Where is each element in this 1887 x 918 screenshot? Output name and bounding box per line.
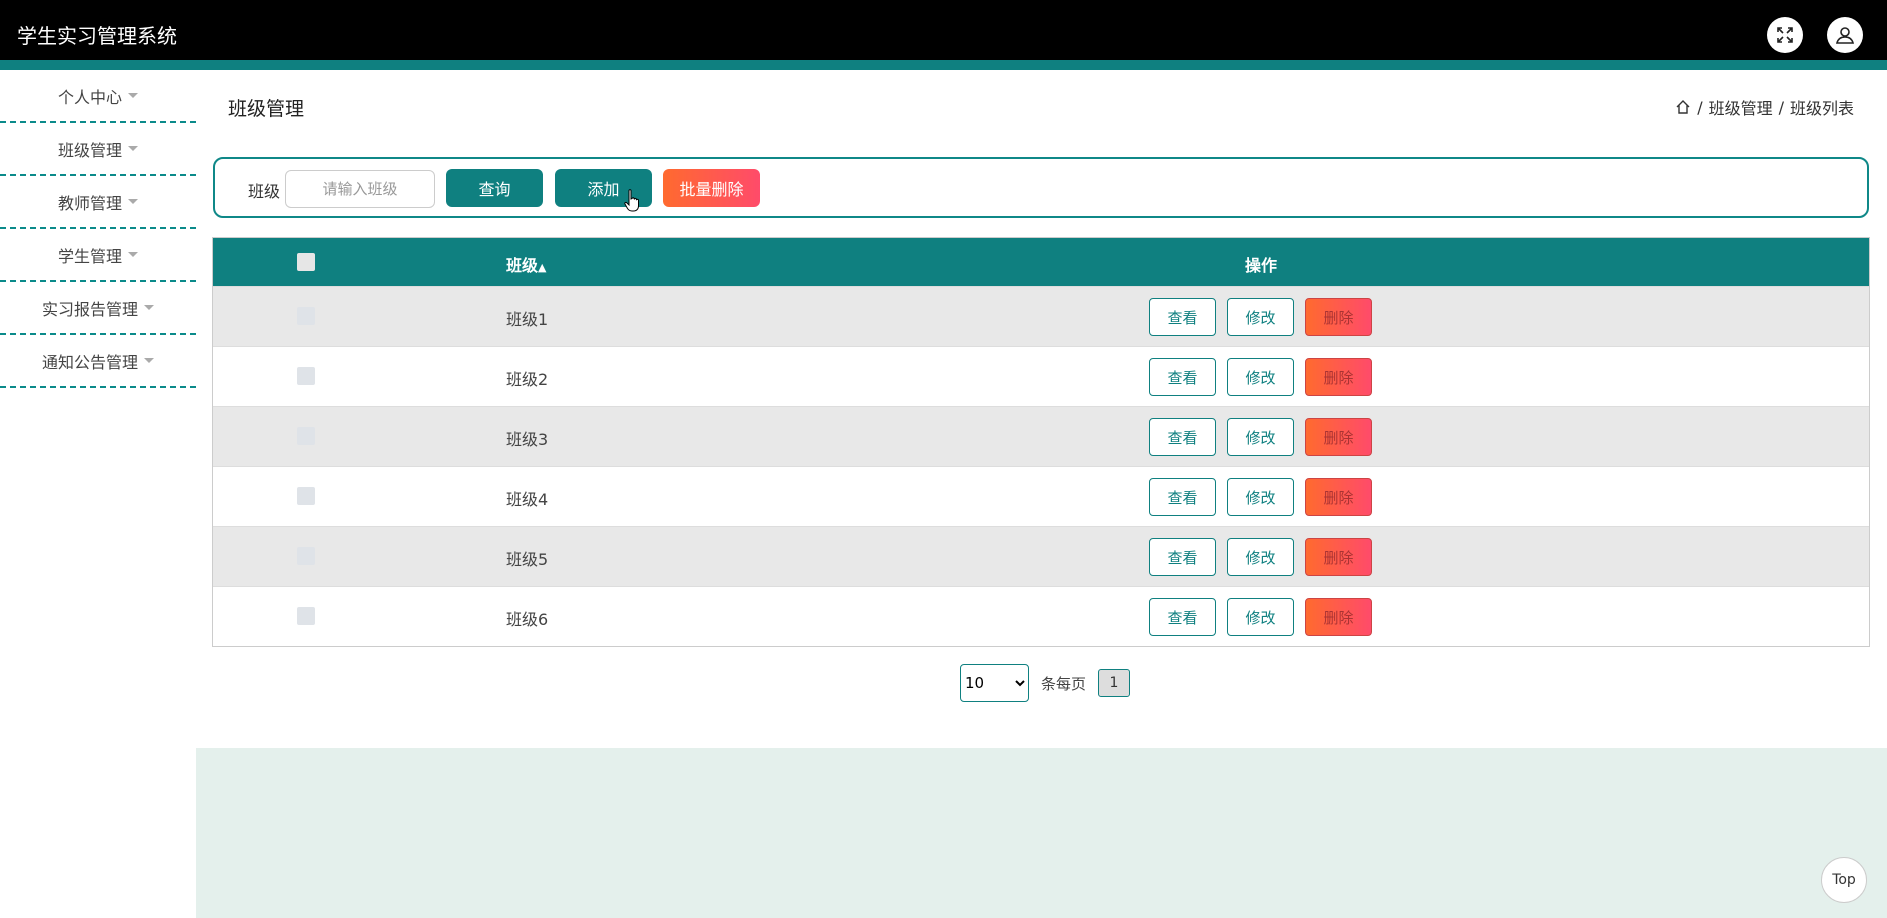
table-row: 班级1 查看 修改 删除	[213, 286, 1869, 346]
delete-button[interactable]: 删除	[1305, 538, 1372, 576]
delete-button[interactable]: 删除	[1305, 418, 1372, 456]
row-actions: 查看 修改 删除	[1149, 358, 1372, 396]
breadcrumb-section[interactable]: 班级管理	[1709, 95, 1773, 119]
fullscreen-icon	[1777, 27, 1793, 43]
row-checkbox[interactable]	[297, 427, 315, 445]
page-title: 班级管理	[228, 98, 305, 120]
table-row: 班级6 查看 修改 删除	[213, 586, 1869, 646]
sidebar-item-report-management[interactable]: 实习报告管理	[0, 282, 196, 335]
sidebar-item-label: 学生管理	[57, 246, 122, 266]
caret-down-icon	[144, 305, 154, 310]
class-table: 班级▲︎ 操作 班级1 查看 修改 删除 班级2 查看 修改 删除 班级3 查看 修改 删除 班级4 查看…	[212, 237, 1870, 647]
hand-cursor-icon	[624, 189, 639, 212]
page-size-select[interactable]: 10	[960, 664, 1029, 702]
row-actions: 查看 修改 删除	[1149, 598, 1372, 636]
edit-button[interactable]: 修改	[1227, 538, 1294, 576]
class-cell: 班级4	[506, 490, 549, 509]
row-checkbox[interactable]	[297, 367, 315, 385]
edit-button[interactable]: 修改	[1227, 478, 1294, 516]
user-button[interactable]	[1827, 17, 1863, 53]
breadcrumb: / 班级管理 / 班级列表	[1675, 95, 1854, 119]
delete-button[interactable]: 删除	[1305, 478, 1372, 516]
sidebar-item-class-management[interactable]: 班级管理	[0, 123, 196, 176]
sidebar-item-label: 实习报告管理	[41, 299, 138, 319]
table-row: 班级3 查看 修改 删除	[213, 406, 1869, 466]
breadcrumb-separator: /	[1778, 97, 1784, 117]
class-column-header[interactable]: 班级▲︎	[506, 252, 546, 276]
row-actions: 查看 修改 删除	[1149, 298, 1372, 336]
caret-down-icon	[128, 252, 138, 257]
caret-down-icon	[144, 358, 154, 363]
page-number-button[interactable]: 1	[1098, 669, 1131, 697]
view-button[interactable]: 查看	[1149, 538, 1216, 576]
row-actions: 查看 修改 删除	[1149, 538, 1372, 576]
row-checkbox[interactable]	[297, 547, 315, 565]
sidebar-item-teacher-management[interactable]: 教师管理	[0, 176, 196, 229]
footer-area	[196, 748, 1887, 918]
sidebar-item-student-management[interactable]: 学生管理	[0, 229, 196, 282]
actions-column-header: 操作	[1245, 256, 1278, 275]
edit-button[interactable]: 修改	[1227, 358, 1294, 396]
class-cell: 班级1	[506, 310, 549, 329]
table-body: 班级1 查看 修改 删除 班级2 查看 修改 删除 班级3 查看 修改 删除 班级4 查看 修改 删除 班级5 查…	[213, 286, 1869, 646]
class-search-label: 班级	[248, 182, 281, 201]
caret-down-icon	[128, 93, 138, 98]
top-bar-stripe	[0, 60, 1887, 70]
sidebar-item-label: 班级管理	[57, 140, 122, 160]
sidebar-item-label: 通知公告管理	[41, 352, 138, 372]
class-cell: 班级3	[506, 430, 549, 449]
class-cell: 班级2	[506, 370, 549, 389]
class-cell: 班级6	[506, 610, 549, 629]
caret-down-icon	[128, 146, 138, 151]
row-checkbox[interactable]	[297, 487, 315, 505]
view-button[interactable]: 查看	[1149, 358, 1216, 396]
row-actions: 查看 修改 删除	[1149, 478, 1372, 516]
user-icon	[1835, 27, 1855, 44]
sort-icon[interactable]: ▲︎	[538, 261, 546, 274]
row-actions: 查看 修改 删除	[1149, 418, 1372, 456]
app-title: 学生实习管理系统	[17, 24, 177, 48]
delete-button[interactable]: 删除	[1305, 358, 1372, 396]
view-button[interactable]: 查看	[1149, 478, 1216, 516]
sidebar-item-notice-management[interactable]: 通知公告管理	[0, 335, 196, 388]
table-row: 班级5 查看 修改 删除	[213, 526, 1869, 586]
sidebar-item-personal-center[interactable]: 个人中心	[0, 70, 196, 123]
top-bar: 学生实习管理系统	[0, 0, 1887, 60]
row-checkbox[interactable]	[297, 607, 315, 625]
view-button[interactable]: 查看	[1149, 598, 1216, 636]
row-checkbox[interactable]	[297, 307, 315, 325]
view-button[interactable]: 查看	[1149, 418, 1216, 456]
breadcrumb-separator: /	[1697, 97, 1703, 117]
class-cell: 班级5	[506, 550, 549, 569]
fullscreen-button[interactable]	[1767, 17, 1803, 53]
sidebar-item-label: 个人中心	[57, 87, 122, 107]
back-to-top-button[interactable]: Top	[1821, 857, 1867, 903]
table-row: 班级4 查看 修改 删除	[213, 466, 1869, 526]
class-search-input[interactable]	[285, 170, 435, 208]
delete-button[interactable]: 删除	[1305, 598, 1372, 636]
caret-down-icon	[128, 199, 138, 204]
select-all-checkbox[interactable]	[297, 253, 315, 271]
table-row: 班级2 查看 修改 删除	[213, 346, 1869, 406]
delete-button[interactable]: 删除	[1305, 298, 1372, 336]
breadcrumb-current: 班级列表	[1789, 99, 1854, 118]
sidebar-item-label: 教师管理	[57, 193, 122, 213]
edit-button[interactable]: 修改	[1227, 418, 1294, 456]
per-page-label: 条每页	[1041, 674, 1087, 693]
sidebar: 个人中心 班级管理 教师管理 学生管理 实习报告管理 通知公告管理	[0, 70, 196, 388]
home-icon[interactable]	[1675, 99, 1691, 115]
edit-button[interactable]: 修改	[1227, 298, 1294, 336]
table-header: 班级▲︎ 操作	[213, 238, 1869, 286]
batch-delete-button[interactable]: 批量删除	[663, 169, 760, 207]
view-button[interactable]: 查看	[1149, 298, 1216, 336]
query-button[interactable]: 查询	[446, 169, 543, 207]
pagination: 10 条每页 1	[960, 664, 1131, 702]
edit-button[interactable]: 修改	[1227, 598, 1294, 636]
class-column-label: 班级	[506, 256, 539, 275]
